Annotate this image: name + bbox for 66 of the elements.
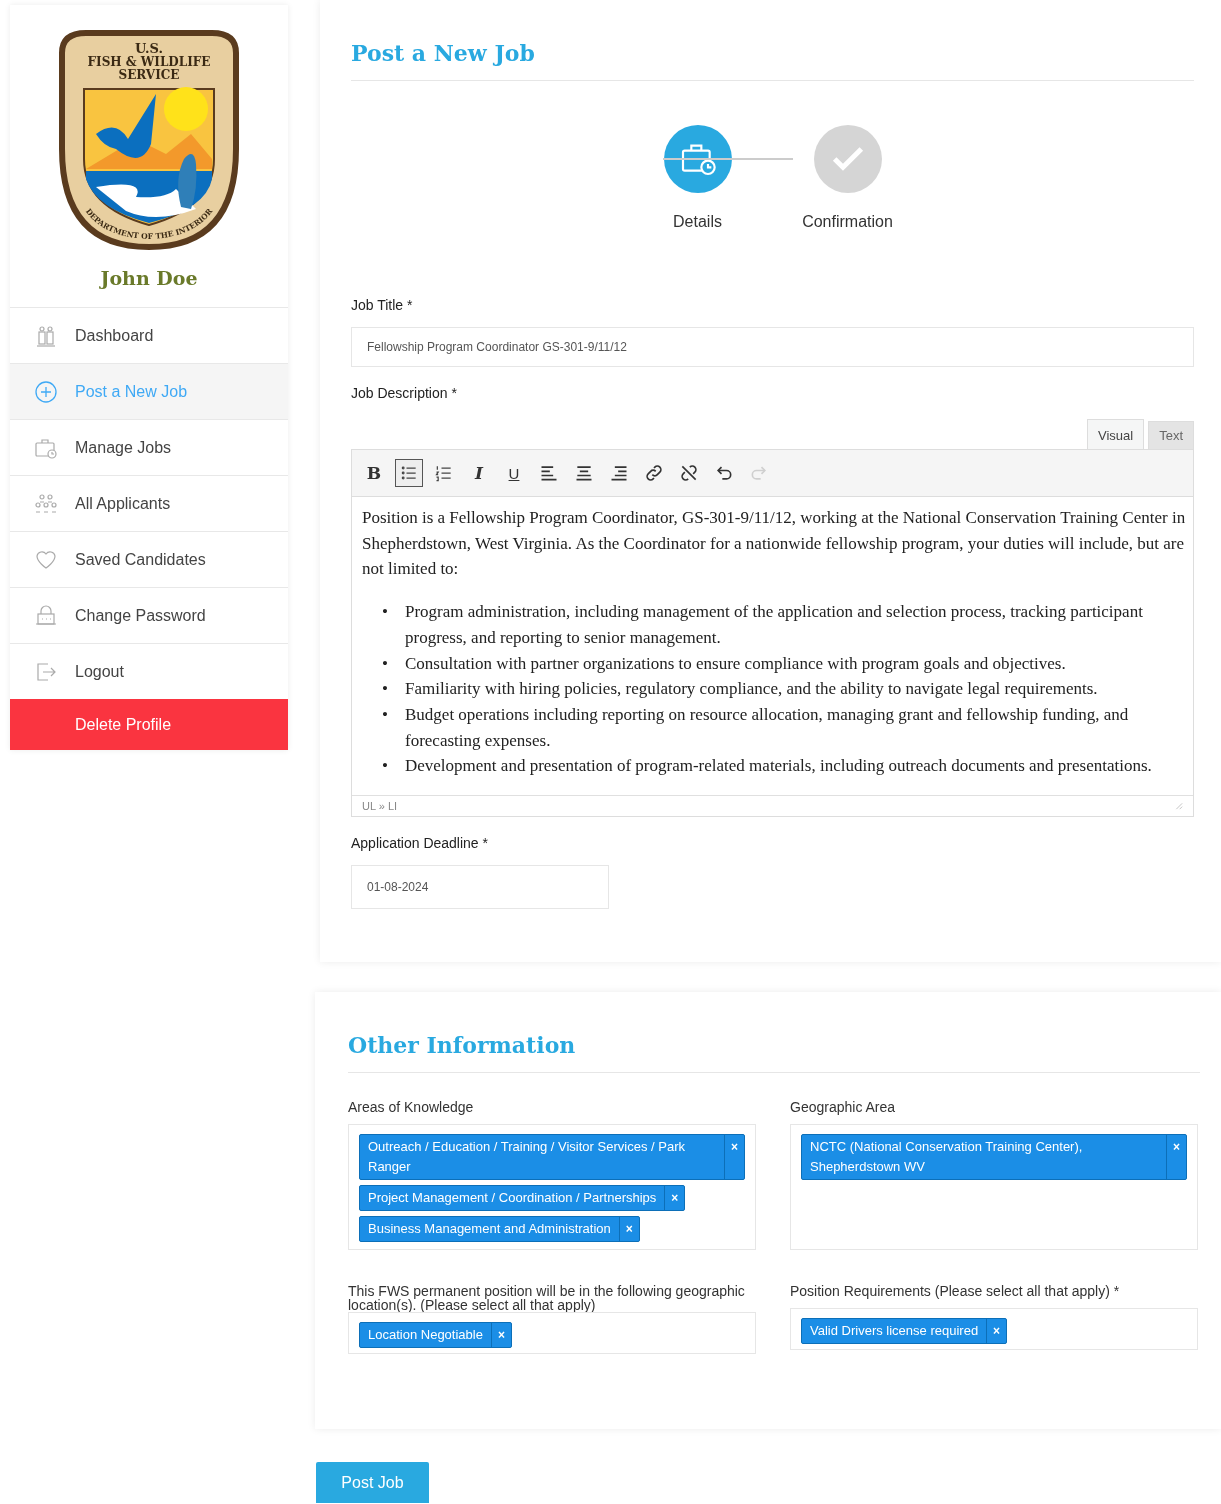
bullet-marker: • xyxy=(382,755,389,778)
tag-label: Business Management and Administration xyxy=(367,1220,612,1238)
multi-select-field[interactable]: NCTC (National Conservation Training Center), Shepherdstown WV × xyxy=(790,1124,1198,1250)
delete-profile-button[interactable]: Delete Profile xyxy=(10,699,288,750)
field-label: Areas of Knowledge xyxy=(348,1100,475,1117)
remove-tag-button[interactable]: × xyxy=(724,1135,744,1179)
sidebar-item[interactable]: Manage Jobs xyxy=(10,419,288,475)
editor-tab[interactable]: Text xyxy=(1148,421,1194,449)
user-name: John Doe xyxy=(100,267,198,289)
tag-label: NCTC (National Conservation Training Center), Shepherdstown WV xyxy=(809,1138,1084,1176)
bullet-marker: • xyxy=(382,652,389,675)
bullet-list-button[interactable] xyxy=(395,459,423,487)
building-icon xyxy=(34,603,58,628)
remove-tag-button[interactable]: × xyxy=(618,1217,639,1241)
underline-button[interactable]: U xyxy=(500,459,528,487)
remove-tag-button[interactable]: × xyxy=(1166,1135,1186,1179)
field-label: This FWS permanent position will be in the following geographic location(s). (Please select all that apply) xyxy=(348,1284,746,1312)
rich-text-editor[interactable] xyxy=(351,449,1194,818)
remove-tag-button[interactable]: × xyxy=(664,1186,685,1210)
bullet-marker: • xyxy=(382,601,389,624)
numbered-list-icon xyxy=(434,463,454,483)
description-bullet: Budget operations including reporting on resource allocation, managing grant and fellowship funding, and forecasting expenses. xyxy=(405,703,1130,752)
description-bullet: Development and presentation of program-related materials, including outreach documents and presentations. xyxy=(405,755,1153,778)
sidebar-item[interactable]: All Applicants xyxy=(10,475,288,531)
plus-icon xyxy=(34,379,58,404)
bullet-marker: • xyxy=(382,703,389,726)
date-field[interactable]: 01-08-2024 xyxy=(351,865,609,910)
remove-tag-button[interactable]: × xyxy=(986,1319,1007,1343)
editor-tab[interactable]: Visual xyxy=(1086,419,1145,449)
multi-select-field[interactable]: Outreach / Education / Training / Visitor Services / Park Ranger × Project Management / Coordination / Partnerships × Business Management and Administration × xyxy=(348,1124,756,1250)
people-icon xyxy=(34,323,58,348)
remove-tag-button[interactable]: × xyxy=(490,1323,511,1347)
step-label: Details xyxy=(673,213,722,231)
description-bullet: Consultation with partner organizations to ensure compliance with program goals and objectives. xyxy=(405,652,1067,675)
unlink-icon xyxy=(679,463,699,483)
description-bullet: Familiarity with hiring policies, regulatory compliance, and the ability to navigate legal requirements. xyxy=(405,678,1099,701)
resize-grip-icon xyxy=(1173,800,1183,811)
field-label: Application Deadline * xyxy=(351,835,489,852)
tag-label: Project Management / Coordination / Partnerships xyxy=(367,1189,658,1207)
bold-button[interactable]: B xyxy=(360,459,388,487)
multi-select-field[interactable]: Valid Drivers license required × xyxy=(790,1308,1198,1350)
field-label: Job Title * xyxy=(351,297,414,313)
description-paragraph: Position is a Fellowship Program Coordinator, GS-301-9/11/12, working at the National Conservation Training Center in Shepherdstown, West Virginia. As the Coordinator for a nationwide fellowship program, your duties will include, but are not limited to: xyxy=(362,507,1187,581)
job-title-field[interactable]: Fellowship Program Coordinator GS-301-9/11/12 xyxy=(351,327,1194,367)
sidebar-item[interactable]: Saved Candidates xyxy=(10,531,288,587)
element-path: UL » LI xyxy=(362,800,398,813)
link-icon xyxy=(644,463,664,483)
tag-label: Outreach / Education / Training / Visitor Services / Park Ranger xyxy=(367,1138,686,1176)
align-left-icon xyxy=(539,463,559,483)
description-bullet: Program administration, including management of the application and selection process, tracking participant progress, and reporting to senior management. xyxy=(405,601,1144,649)
post-job-button[interactable]: Post Job xyxy=(316,1462,429,1503)
bullet-marker: • xyxy=(382,678,389,701)
align-right-icon xyxy=(609,463,629,483)
sidebar-item[interactable]: Change Password xyxy=(10,587,288,643)
group-icon xyxy=(34,491,58,516)
field-label: Position Requirements (Please select all that apply) * xyxy=(790,1284,1121,1301)
field-label: Geographic Area xyxy=(790,1100,897,1117)
tag-label: Location Negotiable xyxy=(367,1326,484,1344)
page-title: Post a New Job xyxy=(351,40,1194,81)
field-label: Job Description * xyxy=(351,385,458,401)
step-label: Confirmation xyxy=(802,213,893,231)
tag-label: Valid Drivers license required xyxy=(809,1322,980,1340)
align-center-icon xyxy=(574,463,594,483)
multi-select-field[interactable]: Location Negotiable × xyxy=(348,1312,756,1354)
section-title: Other Information xyxy=(348,1032,1200,1073)
italic-button[interactable]: I xyxy=(465,459,493,487)
